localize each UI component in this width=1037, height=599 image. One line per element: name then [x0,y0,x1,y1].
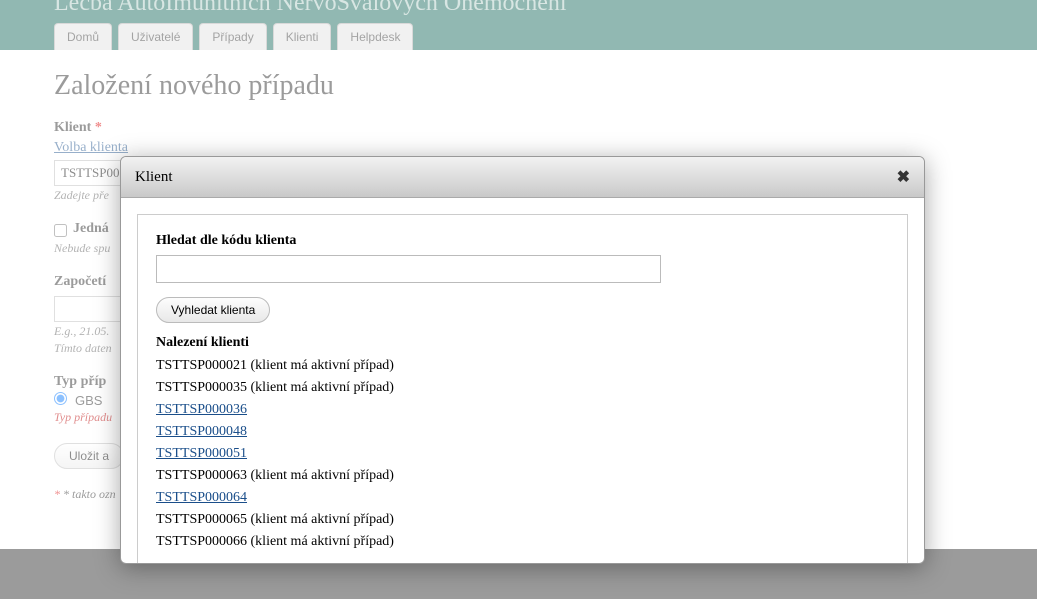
dialog-title: Klient [135,169,173,186]
client-link[interactable]: TSTTSP000064 [156,490,247,505]
results-label: Nalezení klienti [156,335,889,351]
client-row: TSTTSP000063 (klient má aktivní případ) [156,465,889,487]
client-row: TSTTSP000035 (klient má aktivní případ) [156,377,889,399]
client-dialog: Klient ✖ Hledat dle kódu klienta Vyhleda… [120,156,925,564]
dialog-titlebar: Klient ✖ [121,157,924,198]
search-button[interactable]: Vyhledat klienta [156,297,270,323]
close-icon[interactable]: ✖ [897,167,910,187]
client-row: TSTTSP000036 [156,399,889,421]
client-row: TSTTSP000064 [156,487,889,509]
results-list: TSTTSP000021 (klient má aktivní případ)T… [156,355,889,553]
dialog-inner: Hledat dle kódu klienta Vyhledat klienta… [137,214,908,563]
search-label: Hledat dle kódu klienta [156,233,889,249]
client-link[interactable]: TSTTSP000048 [156,424,247,439]
client-row: TSTTSP000051 [156,443,889,465]
client-link[interactable]: TSTTSP000051 [156,446,247,461]
client-row: TSTTSP000021 (klient má aktivní případ) [156,355,889,377]
search-input[interactable] [156,255,661,283]
client-row: TSTTSP000065 (klient má aktivní případ) [156,509,889,531]
dialog-body[interactable]: Hledat dle kódu klienta Vyhledat klienta… [121,198,924,563]
client-row: TSTTSP000066 (klient má aktivní případ) [156,531,889,553]
client-link[interactable]: TSTTSP000036 [156,402,247,417]
client-row: TSTTSP000048 [156,421,889,443]
